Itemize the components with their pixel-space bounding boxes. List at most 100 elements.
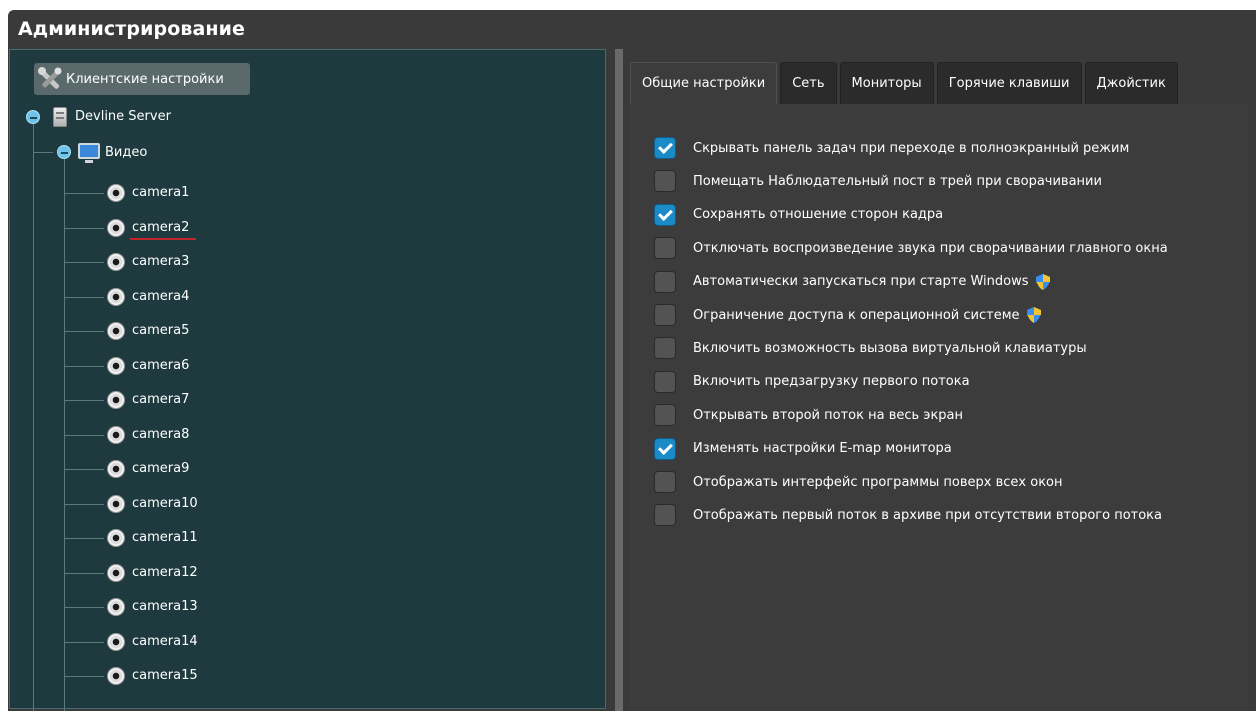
tree-line [64, 262, 104, 263]
tree-item-camera[interactable]: camera3 [132, 254, 189, 269]
tree-line [64, 538, 104, 539]
tree-line [64, 572, 104, 574]
tree-item-camera[interactable]: camera9 [132, 461, 189, 476]
tree-line [64, 193, 104, 194]
camera-icon [107, 494, 125, 513]
option-row[interactable]: Изменять настройки E-map монитора [654, 437, 952, 461]
checkbox[interactable] [654, 370, 676, 393]
tree-item-camera[interactable]: camera6 [132, 358, 189, 373]
tree-item-camera[interactable]: camera8 [132, 427, 189, 442]
option-row[interactable]: Открывать второй поток на весь экран [654, 403, 963, 427]
tree-item-label: Клиентские настройки [66, 71, 224, 87]
camera-icon [107, 184, 125, 202]
tools-icon [38, 67, 62, 89]
tree-line [33, 121, 34, 711]
tree-item-camera[interactable]: camera4 [132, 289, 189, 304]
tree-item-camera[interactable]: camera5 [132, 323, 189, 338]
tree-item-camera[interactable]: camera10 [132, 496, 198, 511]
tab-hotkeys[interactable]: Горячие клавиши [936, 62, 1082, 104]
camera-icon [107, 356, 125, 375]
option-label: Включить возможность вызова виртуальной … [693, 340, 1087, 356]
option-row[interactable]: Отключать воспроизведение звука при свор… [654, 236, 1168, 260]
general-settings-panel: Скрывать панель задач при переходе в пол… [630, 104, 1248, 711]
option-row[interactable]: Отображать первый поток в архиве при отс… [654, 503, 1162, 527]
camera-icon [107, 218, 125, 237]
camera-icon [107, 598, 125, 616]
tree-item-camera[interactable]: camera13 [132, 599, 198, 614]
tree-item-camera[interactable]: camera1 [132, 185, 189, 200]
tab-label: Мониторы [851, 76, 922, 91]
tree-item-camera[interactable]: camera14 [132, 634, 198, 649]
tab-monitors[interactable]: Мониторы [839, 62, 934, 104]
tree-item-camera[interactable]: camera2 [132, 220, 189, 235]
option-row[interactable]: Автоматически запускаться при старте Win… [654, 270, 1050, 294]
option-label: Ограничение доступа к операционной систе… [693, 307, 1020, 323]
tab-network[interactable]: Сеть [780, 62, 837, 104]
tab-label: Сеть [792, 76, 825, 91]
tree-line [64, 469, 104, 470]
tree-line [64, 607, 104, 608]
checkbox[interactable] [654, 270, 676, 293]
tree-line [64, 400, 104, 401]
checkbox[interactable] [654, 404, 676, 427]
camera-icon [107, 322, 125, 340]
panel-splitter[interactable] [615, 49, 623, 711]
option-label: Отображать интерфейс программы поверх вс… [693, 474, 1063, 490]
option-row[interactable]: Помещать Наблюдательный пост в трей при … [654, 169, 1102, 193]
checkbox[interactable] [654, 471, 676, 493]
tree-item-camera[interactable]: camera15 [132, 668, 198, 683]
option-label: Включить предзагрузку первого потока [693, 374, 970, 390]
tree-line [64, 434, 104, 436]
window-title: Администрирование [18, 18, 246, 40]
camera-icon [107, 529, 125, 547]
tree-item-video[interactable]: Видео [105, 145, 147, 160]
monitor-icon [78, 143, 100, 163]
checkbox[interactable] [654, 170, 676, 193]
option-row[interactable]: Ограничение доступа к операционной систе… [654, 303, 1041, 327]
option-row[interactable]: Включить возможность вызова виртуальной … [654, 336, 1087, 360]
camera-icon [107, 287, 125, 306]
tree-line [64, 227, 104, 229]
tree-line [33, 152, 53, 153]
tree-line [64, 365, 104, 367]
tab-joystick[interactable]: Джойстик [1084, 62, 1178, 104]
checkbox[interactable] [654, 504, 676, 527]
annotation-underline [130, 238, 196, 240]
option-label: Скрывать панель задач при переходе в пол… [693, 140, 1130, 156]
checkbox[interactable] [654, 237, 676, 260]
tree-line [64, 676, 104, 677]
tree-item-client-settings[interactable]: Клиентские настройки [34, 63, 250, 95]
tree-item-server[interactable]: Devline Server [75, 109, 171, 124]
tree-item-camera[interactable]: camera11 [132, 530, 198, 545]
tree-line [64, 331, 104, 332]
server-icon [53, 107, 67, 127]
tree-line [64, 641, 104, 643]
option-row[interactable]: Сохранять отношение сторон кадра [654, 203, 943, 227]
tree-item-camera[interactable]: camera12 [132, 565, 198, 580]
checkbox[interactable] [654, 337, 676, 360]
collapse-icon[interactable] [26, 110, 40, 124]
tab-general[interactable]: Общие настройки [630, 62, 778, 104]
checkbox-checked[interactable] [654, 203, 676, 226]
camera-icon [107, 667, 125, 685]
option-label: Отображать первый поток в архиве при отс… [693, 507, 1162, 523]
option-label: Сохранять отношение сторон кадра [693, 207, 944, 223]
camera-icon [107, 563, 125, 582]
camera-icon [107, 425, 125, 444]
tab-label: Общие настройки [642, 76, 766, 91]
tree-item-camera[interactable]: camera7 [132, 392, 189, 407]
checkbox-checked[interactable] [654, 137, 676, 159]
uac-shield-icon [1035, 273, 1050, 290]
option-label: Открывать второй поток на весь экран [693, 407, 964, 423]
option-row[interactable]: Включить предзагрузку первого потока [654, 370, 970, 394]
tree-line [64, 296, 104, 298]
uac-shield-icon [1026, 307, 1041, 323]
option-row[interactable]: Скрывать панель задач при переходе в пол… [654, 136, 1129, 160]
option-label: Помещать Наблюдательный пост в трей при … [693, 173, 1102, 189]
tree-line [64, 503, 104, 505]
option-row[interactable]: Отображать интерфейс программы поверх вс… [654, 470, 1063, 494]
checkbox[interactable] [654, 304, 676, 326]
checkbox-checked[interactable] [654, 437, 676, 460]
collapse-icon[interactable] [57, 145, 71, 159]
camera-icon [107, 460, 125, 478]
